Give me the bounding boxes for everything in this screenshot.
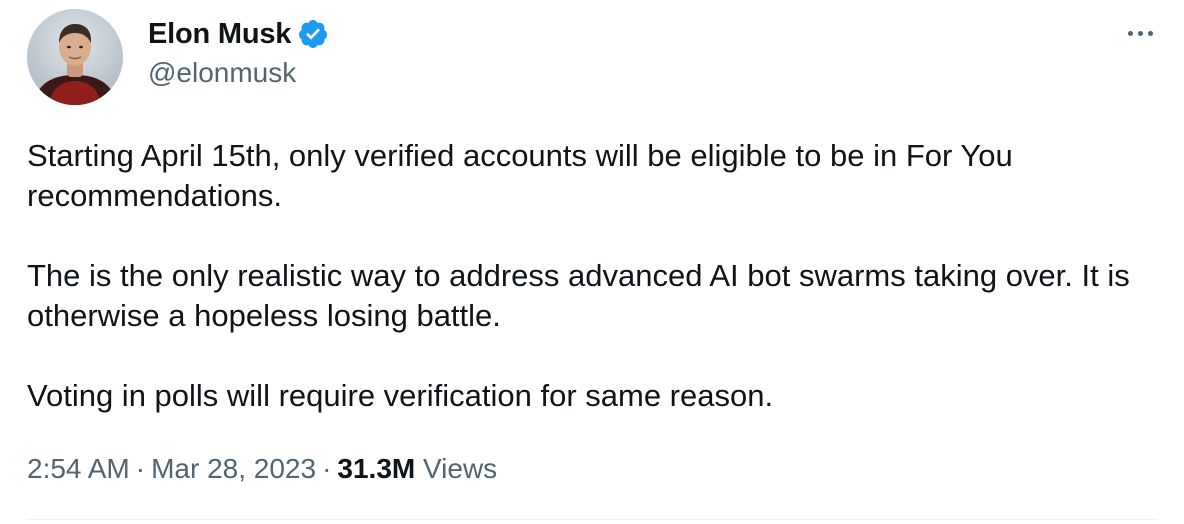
tweet-text: Starting April 15th, only verified accou…: [27, 136, 1157, 416]
profile-photo-icon: [27, 9, 123, 105]
more-horizontal-icon: [1127, 30, 1133, 36]
display-name[interactable]: Elon Musk: [148, 18, 291, 51]
author-name-row: Elon Musk: [148, 14, 329, 54]
meta-separator: ·: [135, 453, 146, 484]
meta-separator: ·: [322, 453, 332, 484]
views-count: 31.3M: [337, 453, 416, 484]
more-horizontal-icon: [1137, 30, 1143, 36]
more-horizontal-icon: [1147, 30, 1153, 36]
author-handle[interactable]: @elonmusk: [148, 57, 296, 89]
tweet-timestamp-link[interactable]: 2:54 AM · Mar 28, 2023: [27, 453, 316, 484]
avatar[interactable]: [27, 9, 123, 105]
divider: [27, 519, 1157, 520]
tweet-card: Elon Musk @elonmusk Starting April 15th,…: [0, 0, 1184, 524]
tweet-metadata: 2:54 AM · Mar 28, 2023 · 31.3M Views: [27, 449, 497, 489]
views-label: Views: [423, 453, 498, 484]
tweet-paragraph: Voting in polls will require verificatio…: [27, 378, 774, 413]
tweet-paragraph: Starting April 15th, only verified accou…: [27, 138, 1013, 213]
tweet-date: Mar 28, 2023: [151, 453, 317, 484]
views-link[interactable]: 31.3M Views: [337, 453, 497, 484]
verified-badge-icon[interactable]: [297, 18, 329, 50]
tweet-time: 2:54 AM: [27, 453, 130, 484]
tweet-paragraph: The is the only realistic way to address…: [27, 258, 1130, 333]
more-options-button[interactable]: [1120, 18, 1160, 48]
